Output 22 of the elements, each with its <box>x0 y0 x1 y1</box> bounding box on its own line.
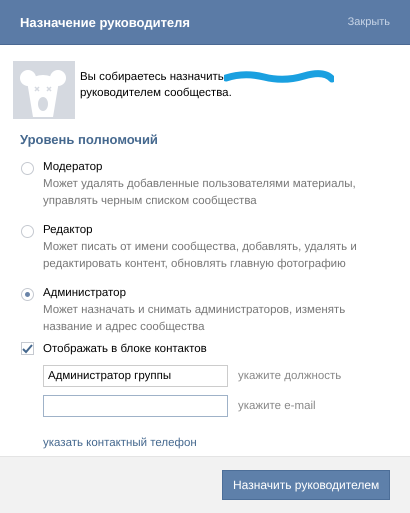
radio-button[interactable] <box>21 162 34 175</box>
section-title: Уровень полномочий <box>20 132 159 147</box>
field-hint: укажите e-mail <box>238 400 316 412</box>
input-field[interactable]: Администратор группы <box>43 365 228 387</box>
intro-text: Вы собираетесь назначить <box>80 70 224 85</box>
phone-link[interactable]: указать контактный телефон <box>43 437 197 449</box>
field-hint: укажите должность <box>238 370 342 382</box>
avatar-icon <box>13 61 75 119</box>
input-field[interactable] <box>43 395 228 417</box>
role-description: Может писать от имени сообщества, добавлять, удалять и редактировать контент, обновлять главную фотографию <box>43 240 358 272</box>
checkbox[interactable] <box>21 342 34 355</box>
checkbox-label[interactable]: Отображать в блоке контактов <box>43 342 207 354</box>
role-label[interactable]: Модератор <box>43 159 373 176</box>
window-title: Назначение руководителя <box>20 14 190 30</box>
intro-text: руководителем сообщества. <box>80 86 233 101</box>
submit-button[interactable]: Назначить руководителем <box>222 470 390 500</box>
role-label[interactable]: Администратор <box>43 285 373 302</box>
role-description: Может назначать и снимать администраторов, изменять название и адрес сообщества <box>43 303 346 335</box>
radio-button[interactable] <box>21 225 34 238</box>
radio-button[interactable] <box>21 288 34 301</box>
role-label[interactable]: Редактор <box>43 222 373 239</box>
role-description: Может удалять добавленные пользователями материалы, управлять черным списком сообщества <box>43 177 357 209</box>
